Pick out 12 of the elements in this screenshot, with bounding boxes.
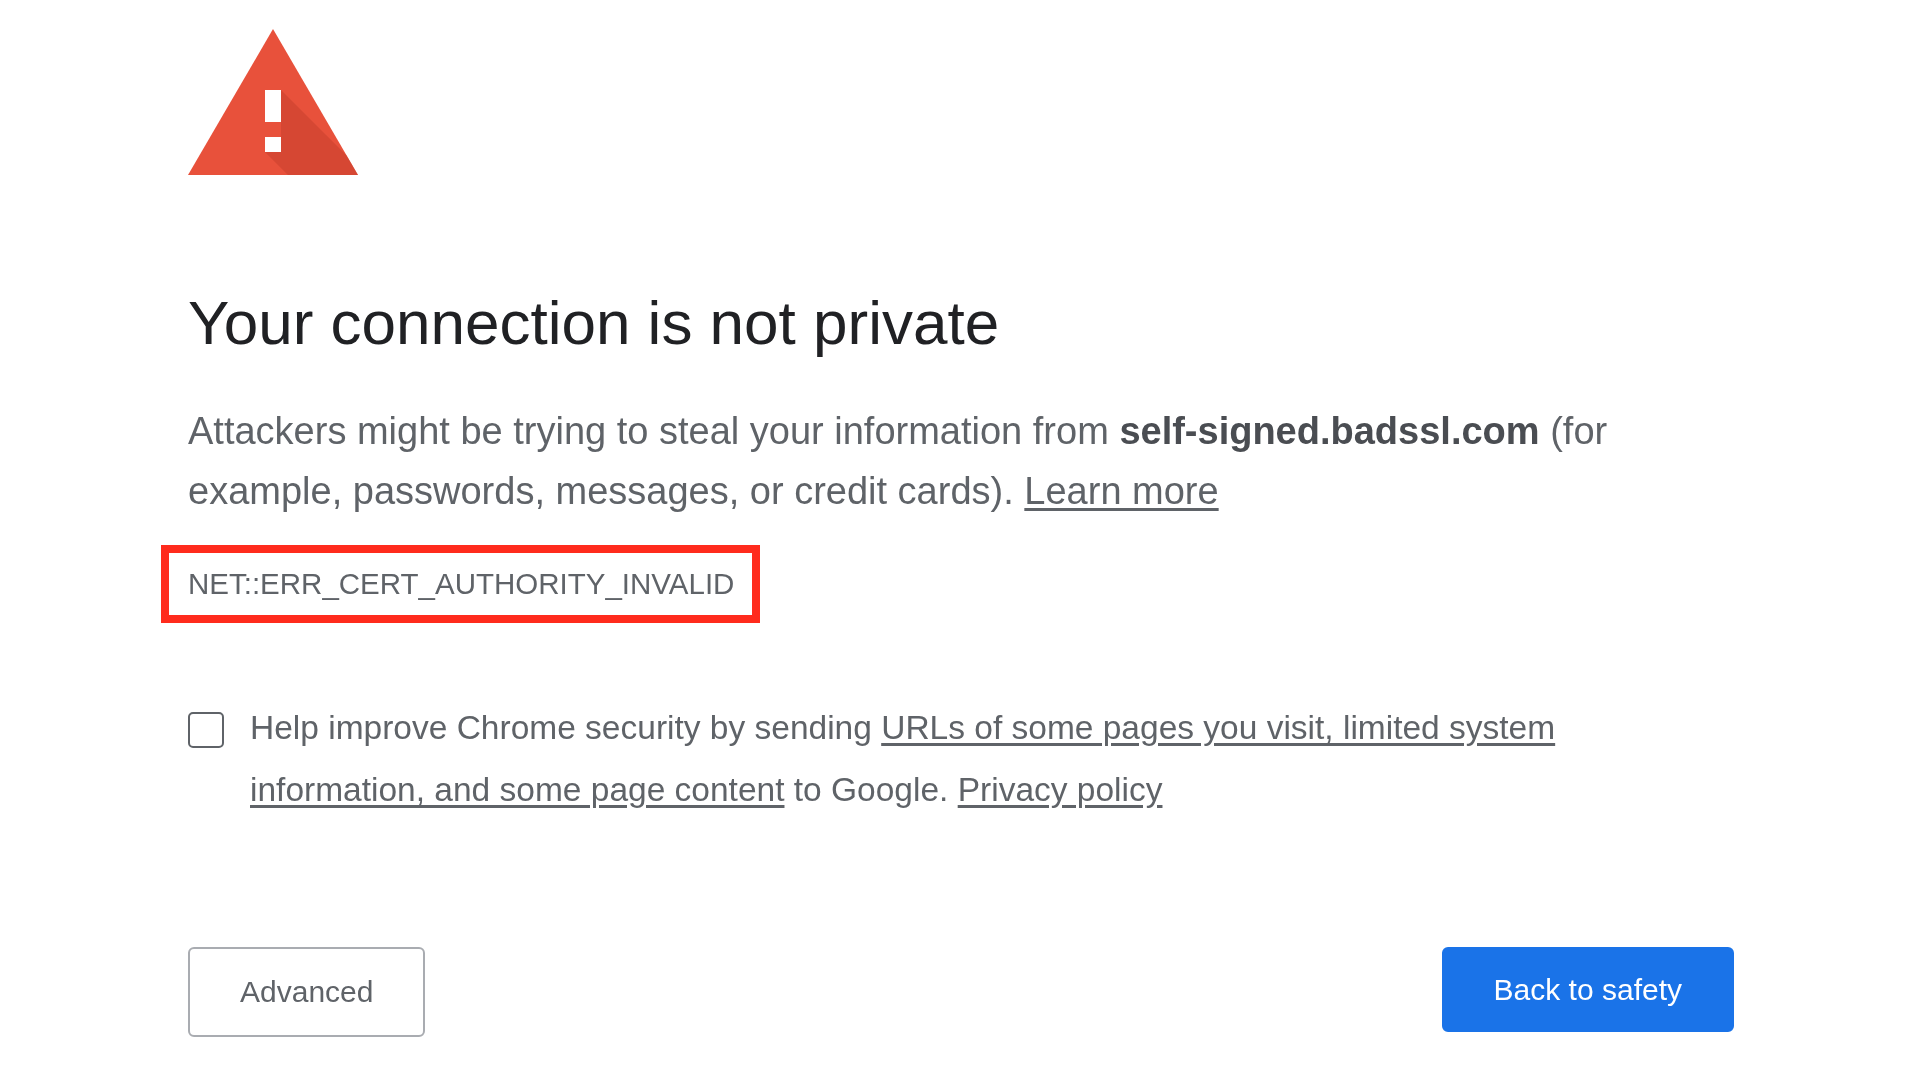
data-sharing-link[interactable]: information, and some page content — [250, 771, 785, 808]
error-code: NET::ERR_CERT_AUTHORITY_INVALID — [161, 545, 761, 623]
advanced-button[interactable]: Advanced — [188, 947, 426, 1037]
data-sharing-link[interactable]: URLs of some pages you visit, limited system — [881, 709, 1556, 746]
warning-icon — [188, 29, 358, 175]
learn-more-link[interactable]: Learn more — [1024, 470, 1219, 512]
page-heading: Your connection is not private — [188, 287, 1001, 359]
opt-in-text: Help improve Chrome security by sending URLs of some pages you visit, limited system information, and some page content to Google. Privacy policy — [250, 708, 1557, 810]
explanation-text: Attackers might be trying to steal your information from self-signed.badssl.com (for example, passwords, messages, or credit cards). Learn more — [188, 409, 1609, 514]
back-to-safety-button[interactable]: Back to safety — [1441, 947, 1734, 1032]
opt-in-checkbox[interactable] — [188, 712, 224, 748]
privacy-policy-link[interactable]: Privacy policy — [957, 771, 1163, 808]
